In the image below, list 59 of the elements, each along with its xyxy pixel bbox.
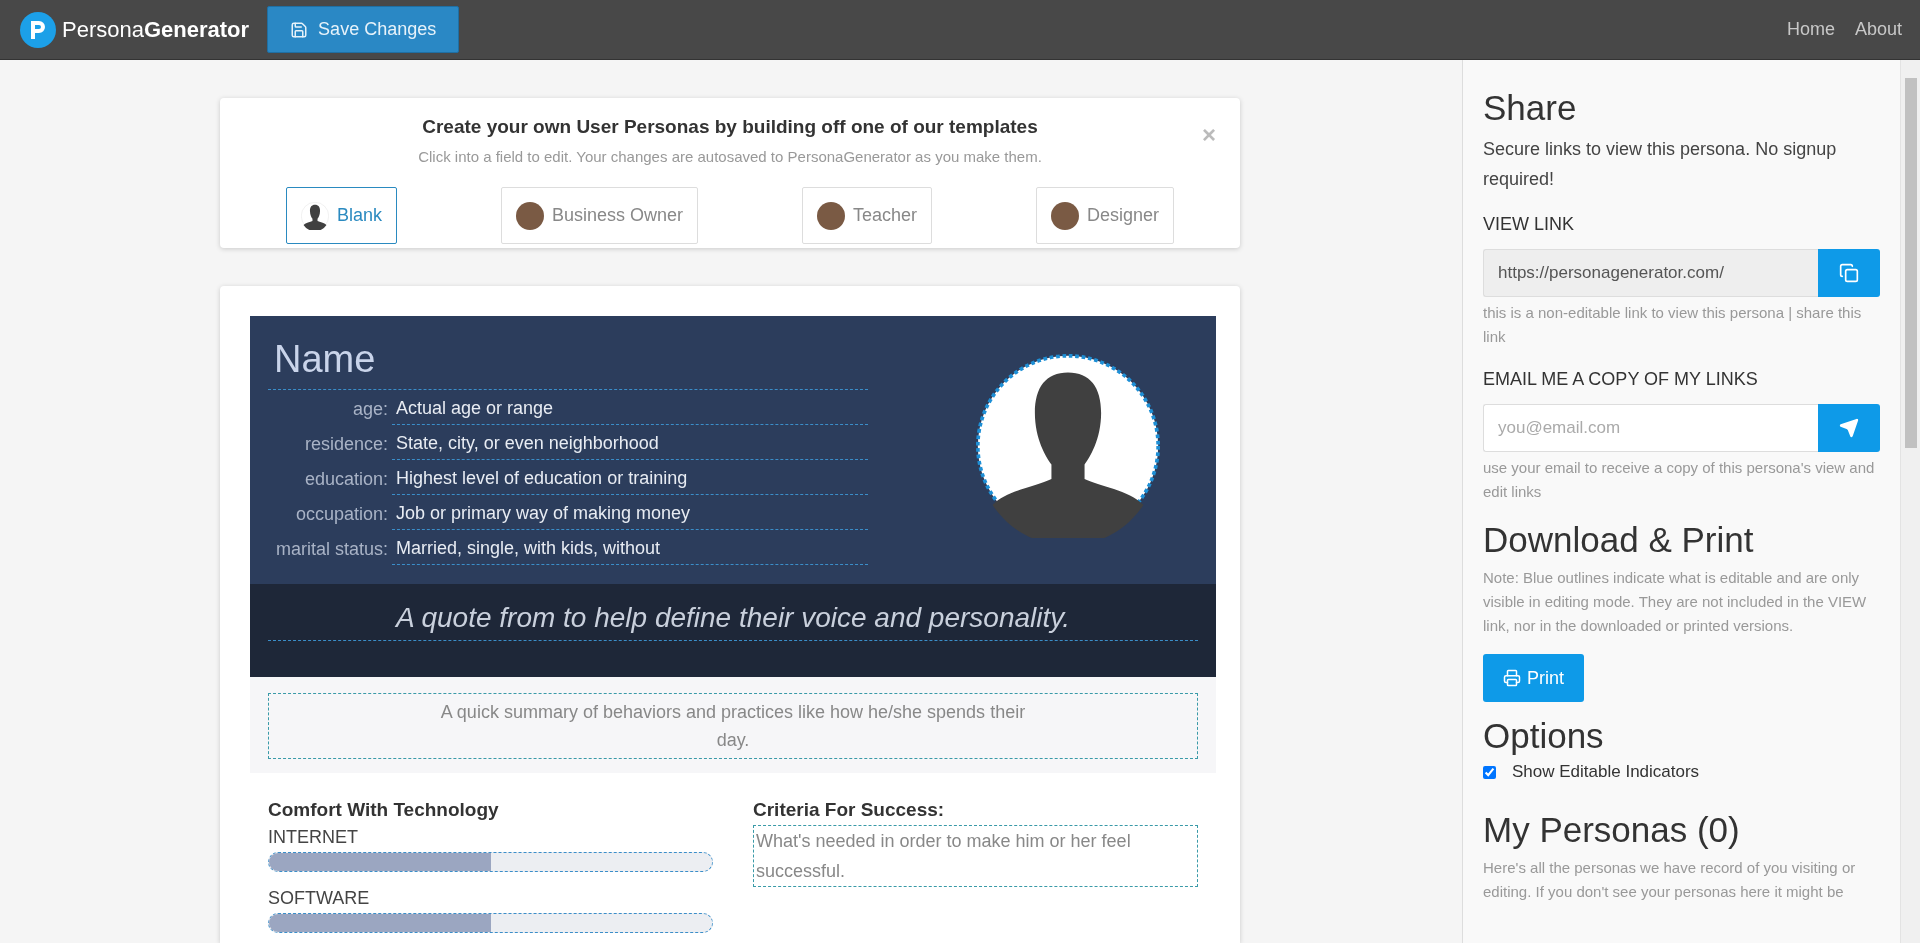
download-note: Note: Blue outlines indicate what is editable and are only visible in editing mode. They are not included in the VIEW link, nor in the downloaded or printed versions. <box>1483 568 1868 636</box>
logo-icon <box>20 11 56 48</box>
nav-link[interactable]: About <box>1854 19 1902 40</box>
tech-bar[interactable] <box>268 913 713 933</box>
field-label: marital status: <box>274 539 389 561</box>
email-label: EMAIL ME A COPY OF MY LINKS <box>1483 369 1759 390</box>
tech-label: INTERNET <box>268 827 359 848</box>
tech-label: SOFTWARE <box>268 888 371 909</box>
save-icon <box>290 20 309 39</box>
photo-placeholder <box>1050 201 1079 230</box>
summary-text[interactable]: A quick summary of behaviors and practices like how he/she spends their day. <box>268 693 1198 759</box>
field-label: occupation: <box>294 504 389 526</box>
scrollbar[interactable] <box>1900 60 1920 943</box>
email-field[interactable]: you@email.com <box>1483 404 1818 452</box>
save-changes-button[interactable]: Save Changes <box>267 6 460 53</box>
option-label: Show Editable Indicators <box>1512 762 1700 782</box>
field-label: residence: <box>303 434 389 456</box>
copy-button[interactable] <box>1818 249 1880 297</box>
help-text: this is a non-editable link to view this persona | share this link <box>1483 303 1863 347</box>
send-icon <box>1839 418 1859 438</box>
persona-name[interactable]: Name <box>268 334 868 390</box>
template-button[interactable]: Designer <box>1035 187 1174 244</box>
persona-quote[interactable]: A quote from to help define their voice and personality. <box>268 602 1198 641</box>
template-button[interactable]: Business Owner <box>500 187 699 244</box>
field-value[interactable]: Married, single, with kids, without <box>392 538 868 565</box>
my-personas-text: Here's all the personas we have record of you visiting or editing. If you don't see your personas here it might be <box>1483 858 1857 902</box>
field-value[interactable]: State, city, or even neighborhood <box>392 433 868 460</box>
avatar-silhouette-icon <box>301 201 329 230</box>
avatar-silhouette-icon <box>976 354 1160 538</box>
field-label: education: <box>303 469 389 491</box>
logo-text[interactable]: PersonaGenerator <box>62 16 250 43</box>
print-icon <box>1503 669 1521 687</box>
template-button[interactable]: Teacher <box>801 187 932 244</box>
field-value[interactable]: Job or primary way of making money <box>392 503 868 530</box>
download-title: Download & Print <box>1483 520 1755 560</box>
tech-bar[interactable] <box>268 852 713 872</box>
template-button[interactable]: Blank <box>286 187 398 244</box>
field-value[interactable]: Actual age or range <box>392 398 868 425</box>
share-text: Secure links to view this persona. No signup required! <box>1483 138 1838 191</box>
send-button[interactable] <box>1818 404 1880 452</box>
photo-placeholder <box>515 201 544 230</box>
nav-link[interactable]: Home <box>1786 19 1835 40</box>
my-personas-title: My Personas (0) <box>1483 810 1741 850</box>
view-link-label: VIEW LINK <box>1483 214 1576 235</box>
photo-placeholder <box>816 201 845 230</box>
copy-icon <box>1839 263 1859 283</box>
view-link-field[interactable]: https://personagenerator.com/ <box>1483 249 1818 297</box>
print-button[interactable]: Print <box>1483 654 1584 702</box>
section-title: Criteria For Success: <box>753 799 946 821</box>
checkbox[interactable] <box>1483 765 1496 779</box>
section-title: Comfort With Technology <box>268 799 500 821</box>
options-title: Options <box>1483 716 1605 756</box>
share-title: Share <box>1483 88 1578 128</box>
template-subtitle: Click into a field to edit. Your changes are autosaved to PersonaGenerator as you make them. <box>418 148 1042 165</box>
help-text: use your email to receive a copy of this persona's view and edit links <box>1483 458 1876 502</box>
template-title: Create your own User Personas by building off one of our templates <box>422 116 1038 138</box>
field-label: age: <box>351 399 389 421</box>
field-value[interactable]: Highest level of education or training <box>392 468 868 495</box>
criteria-text[interactable]: What's needed in order to make him or her feel successful. <box>753 825 1198 887</box>
